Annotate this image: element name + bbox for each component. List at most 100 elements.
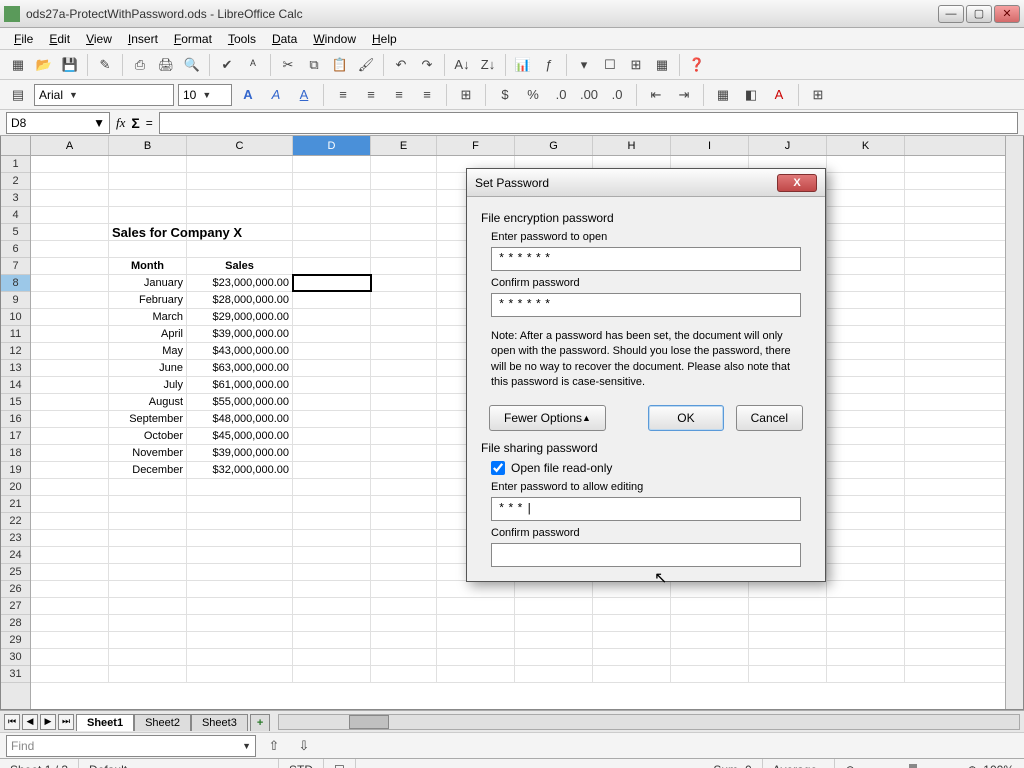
cell-I31[interactable] xyxy=(671,666,749,682)
tab-last-icon[interactable]: ⏭ xyxy=(58,714,74,730)
cell-C14[interactable]: $61,000,000.00 xyxy=(187,377,293,393)
cell-A3[interactable] xyxy=(31,190,109,206)
row-header-17[interactable]: 17 xyxy=(1,428,30,445)
cell-I28[interactable] xyxy=(671,615,749,631)
cell-E24[interactable] xyxy=(371,547,437,563)
cell-D9[interactable] xyxy=(293,292,371,308)
cell-K7[interactable] xyxy=(827,258,905,274)
cell-K19[interactable] xyxy=(827,462,905,478)
cell-D31[interactable] xyxy=(293,666,371,682)
font-size-combo[interactable]: 10▼ xyxy=(178,84,232,106)
cell-D14[interactable] xyxy=(293,377,371,393)
menu-edit[interactable]: Edit xyxy=(41,30,78,48)
cell-E3[interactable] xyxy=(371,190,437,206)
row-header-12[interactable]: 12 xyxy=(1,343,30,360)
cell-C4[interactable] xyxy=(187,207,293,223)
row-header-8[interactable]: 8 xyxy=(1,275,30,292)
merge-icon[interactable]: ⊞ xyxy=(454,83,478,107)
cell-A16[interactable] xyxy=(31,411,109,427)
cell-I29[interactable] xyxy=(671,632,749,648)
cell-F30[interactable] xyxy=(437,649,515,665)
chart-icon[interactable]: 📊 xyxy=(511,53,535,77)
export-pdf-icon[interactable]: ⎙ xyxy=(128,53,152,77)
cell-K12[interactable] xyxy=(827,343,905,359)
cell-D27[interactable] xyxy=(293,598,371,614)
cell-C8[interactable]: $23,000,000.00 xyxy=(187,275,293,291)
spellcheck-icon[interactable]: ✔ xyxy=(215,53,239,77)
row-header-18[interactable]: 18 xyxy=(1,445,30,462)
cell-A26[interactable] xyxy=(31,581,109,597)
row-header-2[interactable]: 2 xyxy=(1,173,30,190)
vertical-scrollbar[interactable] xyxy=(1005,136,1023,709)
cell-E2[interactable] xyxy=(371,173,437,189)
styles-icon[interactable]: ▤ xyxy=(6,83,30,107)
cell-C29[interactable] xyxy=(187,632,293,648)
cell-E21[interactable] xyxy=(371,496,437,512)
cell-K22[interactable] xyxy=(827,513,905,529)
cell-C13[interactable]: $63,000,000.00 xyxy=(187,360,293,376)
cell-E5[interactable] xyxy=(371,224,437,240)
cell-K30[interactable] xyxy=(827,649,905,665)
indent-inc-icon[interactable]: ⇥ xyxy=(672,83,696,107)
cell-K5[interactable] xyxy=(827,224,905,240)
sheet-tab-sheet2[interactable]: Sheet2 xyxy=(134,714,191,731)
cell-A7[interactable] xyxy=(31,258,109,274)
cell-K1[interactable] xyxy=(827,156,905,172)
menu-view[interactable]: View xyxy=(78,30,120,48)
minimize-button[interactable]: — xyxy=(938,5,964,23)
formula-input[interactable] xyxy=(159,112,1018,134)
cell-B11[interactable]: April xyxy=(109,326,187,342)
currency-icon[interactable]: $ xyxy=(493,83,517,107)
cell-C22[interactable] xyxy=(187,513,293,529)
cell-D25[interactable] xyxy=(293,564,371,580)
cell-D24[interactable] xyxy=(293,547,371,563)
cell-K14[interactable] xyxy=(827,377,905,393)
zoom-out-icon[interactable]: ⊖ xyxy=(845,763,855,768)
cell-E1[interactable] xyxy=(371,156,437,172)
column-header-F[interactable]: F xyxy=(437,136,515,155)
cell-E6[interactable] xyxy=(371,241,437,257)
cell-B14[interactable]: July xyxy=(109,377,187,393)
cell-B23[interactable] xyxy=(109,530,187,546)
cell-D5[interactable] xyxy=(293,224,371,240)
tab-next-icon[interactable]: ▶ xyxy=(40,714,56,730)
cell-E23[interactable] xyxy=(371,530,437,546)
fewer-options-button[interactable]: Fewer Options xyxy=(489,405,606,431)
cell-B29[interactable] xyxy=(109,632,187,648)
cell-C21[interactable] xyxy=(187,496,293,512)
cell-K21[interactable] xyxy=(827,496,905,512)
column-header-K[interactable]: K xyxy=(827,136,905,155)
function-wizard-icon[interactable]: fx xyxy=(116,115,125,131)
cell-A31[interactable] xyxy=(31,666,109,682)
find-input[interactable]: Find ▼ xyxy=(6,735,256,757)
find-prev-icon[interactable]: ⇧ xyxy=(262,734,286,758)
cell-A27[interactable] xyxy=(31,598,109,614)
cell-B5[interactable]: Sales for Company X xyxy=(109,224,187,240)
cell-G28[interactable] xyxy=(515,615,593,631)
read-only-checkbox-input[interactable] xyxy=(491,461,505,475)
bgcolor-icon[interactable]: ◧ xyxy=(739,83,763,107)
cell-E10[interactable] xyxy=(371,309,437,325)
grid-icon[interactable]: ⊞ xyxy=(806,83,830,107)
cell-K23[interactable] xyxy=(827,530,905,546)
cancel-button[interactable]: Cancel xyxy=(736,405,803,431)
cell-G30[interactable] xyxy=(515,649,593,665)
row-header-16[interactable]: 16 xyxy=(1,411,30,428)
dialog-titlebar[interactable]: Set Password X xyxy=(467,169,825,197)
menu-file[interactable]: File xyxy=(6,30,41,48)
cell-E7[interactable] xyxy=(371,258,437,274)
cell-C5[interactable] xyxy=(187,224,293,240)
cell-B9[interactable]: February xyxy=(109,292,187,308)
align-center-icon[interactable]: ≡ xyxy=(359,83,383,107)
cell-K2[interactable] xyxy=(827,173,905,189)
cell-J26[interactable] xyxy=(749,581,827,597)
cell-K29[interactable] xyxy=(827,632,905,648)
cell-J29[interactable] xyxy=(749,632,827,648)
cell-A18[interactable] xyxy=(31,445,109,461)
horizontal-scrollbar[interactable] xyxy=(278,714,1020,730)
row-header-3[interactable]: 3 xyxy=(1,190,30,207)
align-right-icon[interactable]: ≡ xyxy=(387,83,411,107)
row-header-7[interactable]: 7 xyxy=(1,258,30,275)
select-all-corner[interactable] xyxy=(1,136,30,156)
undo-icon[interactable]: ↶ xyxy=(389,53,413,77)
